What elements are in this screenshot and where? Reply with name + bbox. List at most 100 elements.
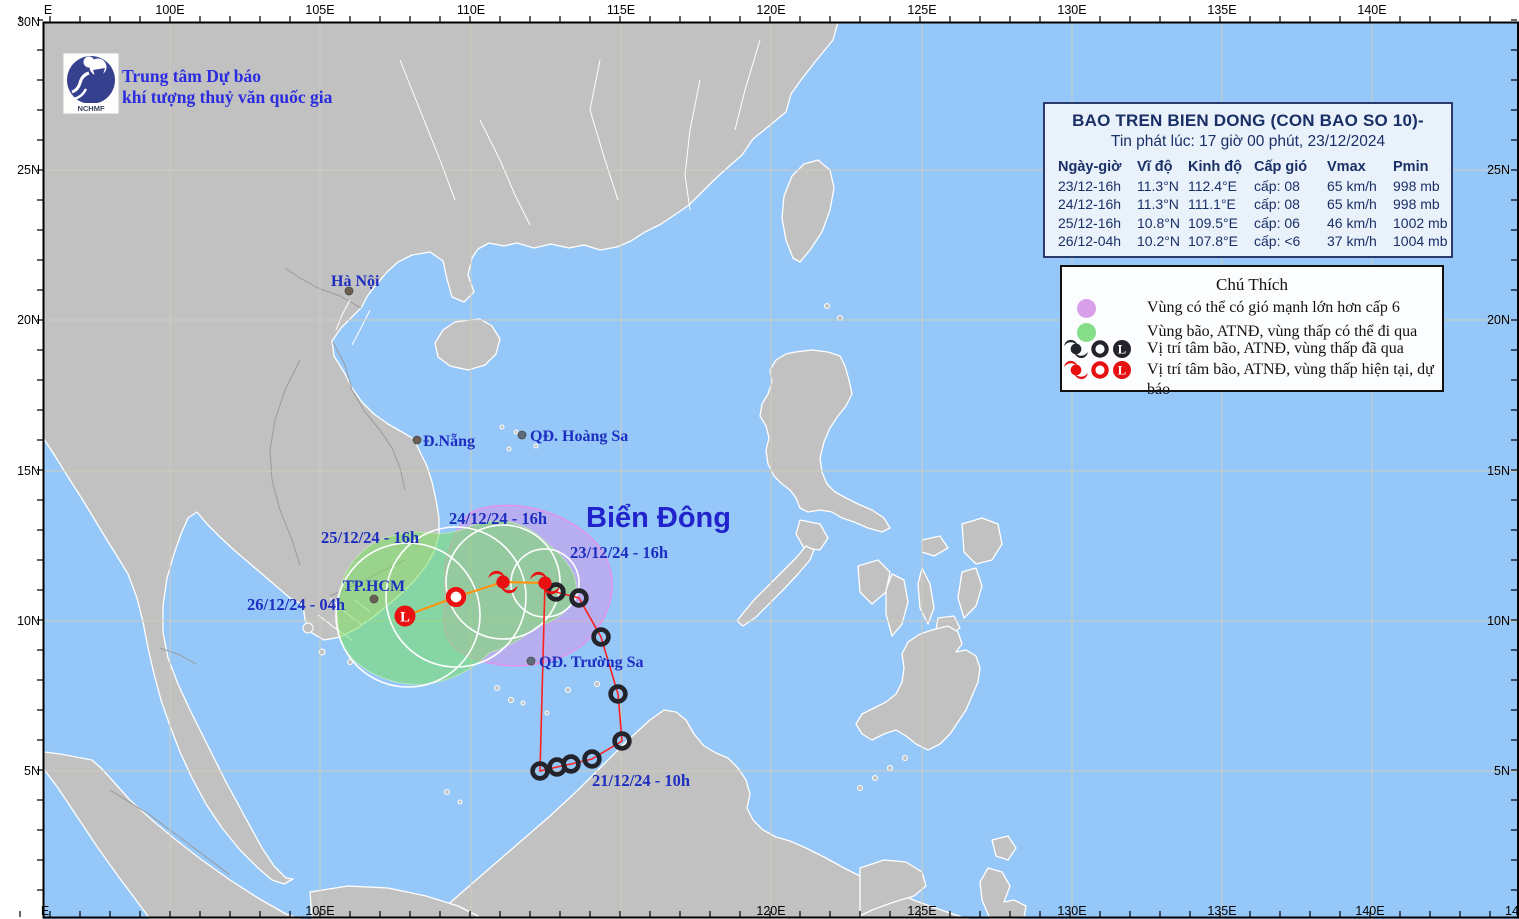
storm-title: BAO TREN BIEN DONG (CON BAO SO 10)- bbox=[1072, 111, 1424, 130]
table-cell: 998 mb bbox=[1393, 196, 1440, 213]
axis-label-left: 20N bbox=[17, 313, 40, 327]
legend-item-label: Vị trí tâm bão, ATNĐ, vùng thấp đã qua bbox=[1147, 340, 1404, 357]
table-cell: 46 km/h bbox=[1327, 214, 1377, 231]
table-cell: cấp: <6 bbox=[1254, 233, 1301, 250]
legend-low-symbol: L bbox=[1113, 361, 1131, 379]
legend-title: Chú Thích bbox=[1216, 275, 1288, 294]
table-cell: 24/12-16h bbox=[1058, 196, 1122, 213]
table-cell: 10.2°N bbox=[1137, 233, 1180, 250]
axis-label-bottom: 120E bbox=[756, 904, 785, 918]
storm-forecast-table: Ngày-giờ Vĩ độ Kinh độ Cấp gió Vmax Pmin 23/12… bbox=[1058, 158, 1453, 251]
axis-label-bottom: 140E bbox=[1355, 904, 1384, 918]
axis-label-left: 5N bbox=[24, 764, 40, 778]
legend-item-label: Vị trí tâm bão, ATNĐ, vùng thấp hiện tại… bbox=[1147, 361, 1434, 398]
place-label: QĐ. Hoàng Sa bbox=[530, 428, 628, 445]
place-dot bbox=[412, 435, 422, 445]
table-cell: 998 mb bbox=[1393, 177, 1440, 194]
legend-item-label: Vùng có thể có gió mạnh lớn hơn cấp 6 bbox=[1147, 299, 1400, 316]
axis-label-bottom: 14 bbox=[1505, 904, 1519, 918]
table-header: Cấp gió bbox=[1254, 159, 1308, 176]
table-cell: 37 km/h bbox=[1327, 233, 1377, 250]
axis-label-top: E bbox=[44, 3, 52, 17]
table-cell: 26/12-04h bbox=[1058, 233, 1122, 250]
legend-cyclone-symbol bbox=[1064, 339, 1088, 359]
axis-label-top: 140E bbox=[1357, 3, 1386, 17]
axis-label-top: 110E bbox=[457, 3, 485, 17]
svg-text:L: L bbox=[400, 609, 410, 625]
place-label: Đ.Nẵng bbox=[423, 433, 475, 450]
axis-label-right: 25N bbox=[1487, 163, 1510, 177]
axis-label-top: 100E bbox=[155, 3, 184, 17]
axis-label-left: 25N bbox=[17, 163, 40, 177]
legend-cyclone-symbol bbox=[1064, 360, 1088, 380]
svg-text:L: L bbox=[1118, 364, 1126, 378]
axis-label-right: 5N bbox=[1494, 764, 1510, 778]
table-cell: 107.8°E bbox=[1188, 233, 1238, 250]
place-label: Hà Nội bbox=[331, 273, 380, 290]
place-label: TP.HCM bbox=[343, 578, 405, 595]
track-date-label: 26/12/24 - 04h bbox=[247, 595, 345, 614]
table-header: Ngày-giờ bbox=[1058, 159, 1122, 176]
table-cell: 1004 mb bbox=[1393, 233, 1448, 250]
table-cell: cấp: 08 bbox=[1254, 196, 1300, 213]
axis-label-bottom: 125E bbox=[907, 904, 936, 918]
axis-label-right: 15N bbox=[1487, 464, 1510, 478]
table-cell: 23/12-16h bbox=[1058, 177, 1122, 194]
table-cell: 65 km/h bbox=[1327, 196, 1377, 213]
axis-label-right: 20N bbox=[1487, 313, 1510, 327]
table-cell: 111.1°E bbox=[1188, 196, 1236, 213]
forecast-depression-position bbox=[445, 586, 467, 608]
track-date-label: 25/12/24 - 16h bbox=[321, 528, 419, 547]
table-cell: cấp: 06 bbox=[1254, 214, 1300, 231]
org-name-line1: Trung tâm Dự báo bbox=[122, 66, 261, 86]
place-dot bbox=[517, 430, 527, 440]
axis-label-top: 135E bbox=[1207, 3, 1236, 17]
org-name-line2: khí tượng thuỷ văn quốc gia bbox=[122, 87, 333, 107]
current-forecast-position-symbols: L bbox=[1064, 360, 1131, 380]
axis-label-left: 10N bbox=[17, 614, 40, 628]
legend-ring-symbol bbox=[1091, 340, 1109, 358]
table-cell: 11.3°N bbox=[1137, 177, 1179, 194]
axis-label-left: 30N bbox=[17, 15, 40, 29]
strong-wind-area-swatch bbox=[1077, 299, 1096, 318]
table-cell: 109.5°E bbox=[1188, 214, 1238, 231]
table-header: Vmax bbox=[1327, 159, 1366, 176]
table-cell: cấp: 08 bbox=[1254, 177, 1300, 194]
axis-label-bottom: E bbox=[41, 904, 49, 918]
axis-label-bottom: 130E bbox=[1057, 904, 1086, 918]
legend-low-symbol: L bbox=[1113, 340, 1131, 358]
forecast-low-position: L bbox=[394, 605, 416, 627]
track-date-label: 23/12/24 - 16h bbox=[570, 543, 668, 562]
table-cell: 25/12-16h bbox=[1058, 214, 1122, 231]
legend-ring-symbol bbox=[1091, 361, 1109, 379]
axis-label-top: 115E bbox=[607, 3, 635, 17]
axis-label-top: 120E bbox=[756, 3, 785, 17]
track-date-label: 24/12/24 - 16h bbox=[449, 509, 547, 528]
table-cell: 65 km/h bbox=[1327, 177, 1377, 194]
storm-info-panel: BAO TREN BIEN DONG (CON BAO SO 10)- Tin … bbox=[1043, 102, 1453, 258]
nchmf-logo: NCHMF bbox=[62, 52, 120, 115]
svg-text:L: L bbox=[1118, 343, 1126, 357]
table-header: Vĩ độ bbox=[1137, 159, 1173, 176]
table-header: Kinh độ bbox=[1188, 159, 1242, 176]
axis-label-right: 10N bbox=[1487, 614, 1510, 628]
axis-label-top: 125E bbox=[907, 3, 936, 17]
place-dot bbox=[526, 656, 536, 666]
table-cell: 10.8°N bbox=[1137, 214, 1180, 231]
axis-label-top: 130E bbox=[1057, 3, 1086, 17]
logo-text: NCHMF bbox=[77, 104, 104, 113]
axis-label-top: 105E bbox=[305, 3, 334, 17]
table-header: Pmin bbox=[1393, 159, 1429, 176]
place-dot bbox=[369, 594, 379, 604]
table-cell: 1002 mb bbox=[1393, 214, 1448, 231]
place-label: QĐ. Trường Sa bbox=[539, 654, 644, 671]
legend-panel: Chú Thích Vùng có thể có gió mạnh lớn hơ… bbox=[1060, 265, 1444, 398]
storm-issued-time: Tin phát lúc: 17 giờ 00 phút, 23/12/2024 bbox=[1110, 133, 1386, 150]
storm-tracking-map-app: L 23/12/24 - 16h 24/12/24 - 16h 25/12/24 -… bbox=[0, 0, 1519, 919]
track-date-label: 21/12/24 - 10h bbox=[592, 771, 690, 790]
axis-label-bottom: 105E bbox=[305, 904, 334, 918]
axis-label-bottom: 135E bbox=[1207, 904, 1236, 918]
table-cell: 11.3°N bbox=[1137, 196, 1179, 213]
sea-name-label: Biển Đông bbox=[586, 502, 731, 534]
table-cell: 112.4°E bbox=[1188, 177, 1237, 194]
